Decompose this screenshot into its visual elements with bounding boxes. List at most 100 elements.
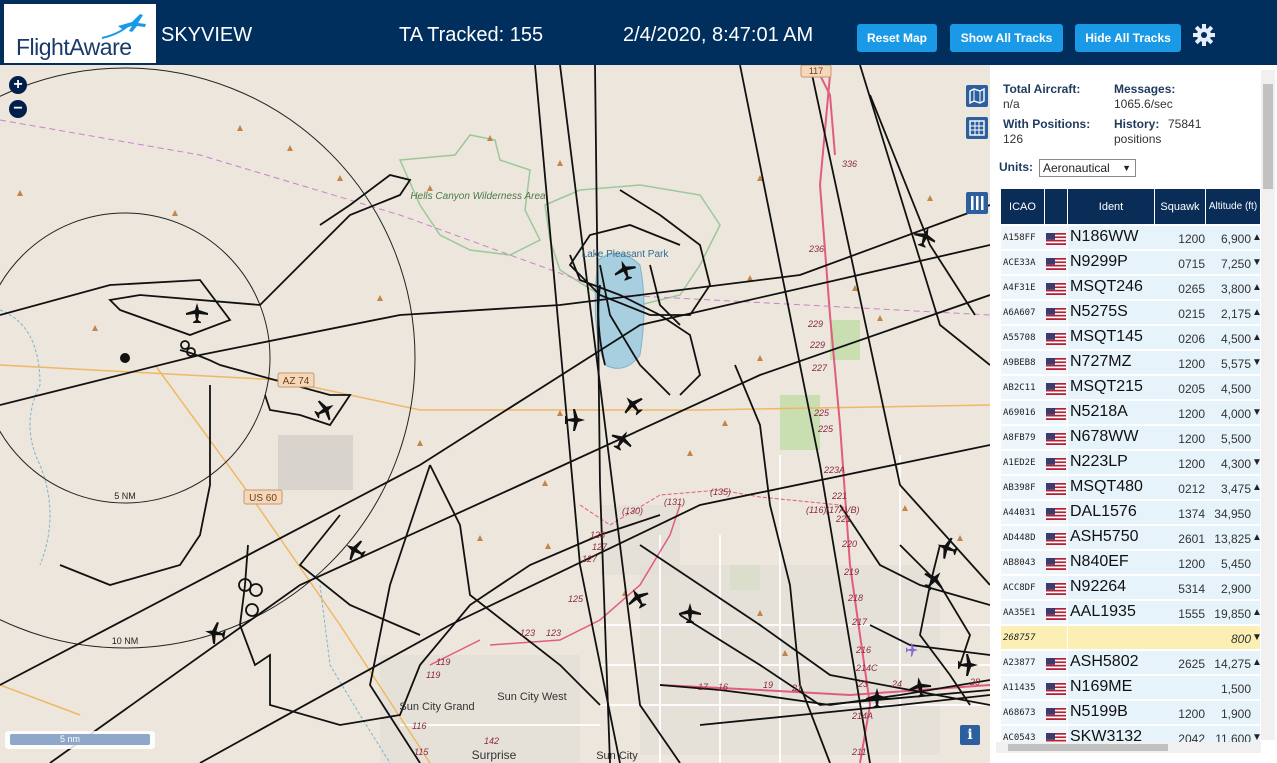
map-view[interactable]: Hells Canyon Wilderness Area Lake Pleasa… [0,65,990,763]
cell-icao: AB398F [1003,483,1036,493]
road-label-229a: 229 [807,319,823,329]
cell-ident: MSQT480 [1070,478,1143,495]
road-label-211: 211 [851,747,866,757]
vertical-scrollbar[interactable] [1261,70,1275,740]
cell-altitude: 19,850 [1214,607,1251,621]
show-all-tracks-button[interactable]: Show All Tracks [950,24,1063,52]
table-row[interactable]: ACE33A N9299P 0715 7,250 ▼ [1001,251,1262,276]
units-select[interactable]: Aeronautical ▼ [1039,159,1136,177]
road-label-28: 28 [969,677,980,687]
col-icao[interactable]: ICAO [1001,189,1045,224]
cell-icao: A55708 [1003,333,1036,343]
table-row[interactable]: A44031 DAL1576 1374 34,950 [1001,501,1260,526]
road-label-236: 236 [808,244,824,254]
road-label-229b: 229 [809,340,825,350]
flightaware-logo[interactable]: FlightAware [4,4,156,63]
horizontal-scroll-thumb[interactable] [1008,744,1168,751]
col-ident[interactable]: Ident [1068,189,1155,224]
with-positions-label: With Positions: [1003,117,1091,131]
zoom-out-button[interactable]: − [9,100,27,118]
road-label-227: 227 [811,363,828,373]
vertical-scroll-thumb[interactable] [1263,84,1273,189]
table-row[interactable]: A55708 MSQT145 0206 4,500 ▲ [1001,326,1262,351]
table-row[interactable]: 268757 800 ▼ [1001,626,1262,651]
col-flag[interactable] [1045,189,1068,224]
col-altitude[interactable]: Altitude (ft) [1206,189,1260,224]
cell-ident: MSQT145 [1070,328,1143,345]
cell-altitude: 4,300 [1220,457,1251,471]
cell-icao: AD448D [1003,533,1036,543]
table-row[interactable]: AB398F MSQT480 0212 3,475 ▲ [1001,476,1262,501]
cell-altitude: 4,500 [1220,382,1251,396]
cell-squawk: 1200 [1178,557,1205,571]
cell-icao: A68673 [1003,708,1036,718]
cell-ident: N727MZ [1070,353,1132,370]
road-label-119b: 119 [426,670,440,680]
grid-icon[interactable] [966,117,988,139]
cell-squawk: 1200 [1178,457,1205,471]
columns-icon[interactable] [966,192,988,214]
info-button[interactable]: i [960,725,980,745]
col-squawk[interactable]: Squawk [1155,189,1206,224]
table-row[interactable]: A69016 N5218A 1200 4,000 ▼ [1001,401,1262,426]
cell-altitude: 5,575 [1220,357,1251,371]
road-label-115: 115 [414,747,429,757]
table-row[interactable]: A6A607 N5275S 0215 2,175 ▲ [1001,301,1262,326]
table-row[interactable]: ACC8DF N92264 5314 2,900 [1001,576,1260,601]
map-canvas[interactable]: Hells Canyon Wilderness Area Lake Pleasa… [0,65,990,763]
us-flag-icon [1046,582,1066,595]
logo-text: FlightAware [16,34,132,60]
hide-all-tracks-button[interactable]: Hide All Tracks [1075,24,1181,52]
cell-altitude: 800 [1230,632,1251,646]
road-label-125: 125 [568,594,584,604]
history-label: History: [1114,117,1160,131]
cell-icao: AB8043 [1003,558,1036,568]
table-row[interactable]: A8FB79 N678WW 1200 5,500 [1001,426,1260,451]
cell-squawk: 0715 [1178,257,1205,271]
cell-ident: ASH5802 [1070,653,1139,670]
cell-altitude: 2,175 [1220,307,1251,321]
table-row[interactable]: A11435 N169ME 1,500 [1001,676,1260,701]
us-flag-icon [1046,532,1066,545]
table-row[interactable]: A68673 N5199B 1200 1,900 [1001,701,1260,726]
table-row[interactable]: A4F31E MSQT246 0265 3,800 ▲ [1001,276,1262,301]
reset-map-button[interactable]: Reset Map [857,24,937,52]
zoom-in-button[interactable]: + [9,76,27,94]
us-flag-icon [1046,407,1066,420]
cell-squawk: 0265 [1178,282,1205,296]
map-icon[interactable] [966,85,988,107]
label-surprise: Surprise [472,748,517,762]
table-row[interactable]: A1ED2E N223LP 1200 4,300 ▼ [1001,451,1262,476]
road-label-221a: 221 [831,491,847,501]
history-value: 75841 [1168,117,1202,131]
road-label-221b: 221 [835,514,851,524]
table-row[interactable]: A9BEB8 N727MZ 1200 5,575 ▼ [1001,351,1262,376]
table-row[interactable]: A158FF N186WW 1200 6,900 ▲ [1001,226,1262,251]
table-row[interactable]: AD448D ASH5750 2601 13,825 ▲ [1001,526,1262,551]
with-positions-value: 126 [1003,132,1024,146]
chevron-down-icon: ▼ [1122,163,1131,173]
horizontal-scrollbar[interactable] [996,742,1261,753]
cell-ident: N223LP [1070,453,1128,470]
table-row[interactable]: AA35E1 AAL1935 1555 19,850 ▲ [1001,601,1262,626]
cell-ident: AAL1935 [1070,603,1136,620]
table-row[interactable]: AB8043 N840EF 1200 5,450 [1001,551,1260,576]
cell-ident: N92264 [1070,578,1127,595]
cell-ident: N5199B [1070,703,1128,720]
road-label-127b: 127 [582,554,598,564]
cell-squawk: 1200 [1178,232,1205,246]
cell-squawk: 1200 [1178,357,1205,371]
current-datetime: 2/4/2020, 8:47:01 AM [623,24,814,46]
cell-icao: A11435 [1003,683,1036,693]
gear-icon[interactable] [1191,22,1217,48]
table-row[interactable]: A23877 ASH5802 2625 14,275 ▲ [1001,651,1262,676]
table-row[interactable]: AB2C11 MSQT215 0205 4,500 [1001,376,1260,401]
road-label-135: (135) [710,487,731,497]
cell-ident: N5218A [1070,403,1128,420]
road-label-218: 218 [847,593,863,603]
us-flag-icon [1046,457,1066,470]
units-select-value: Aeronautical [1043,161,1110,175]
us-flag-icon [1046,232,1066,245]
cell-ident: N5275S [1070,303,1128,320]
cell-icao: A23877 [1003,658,1036,668]
